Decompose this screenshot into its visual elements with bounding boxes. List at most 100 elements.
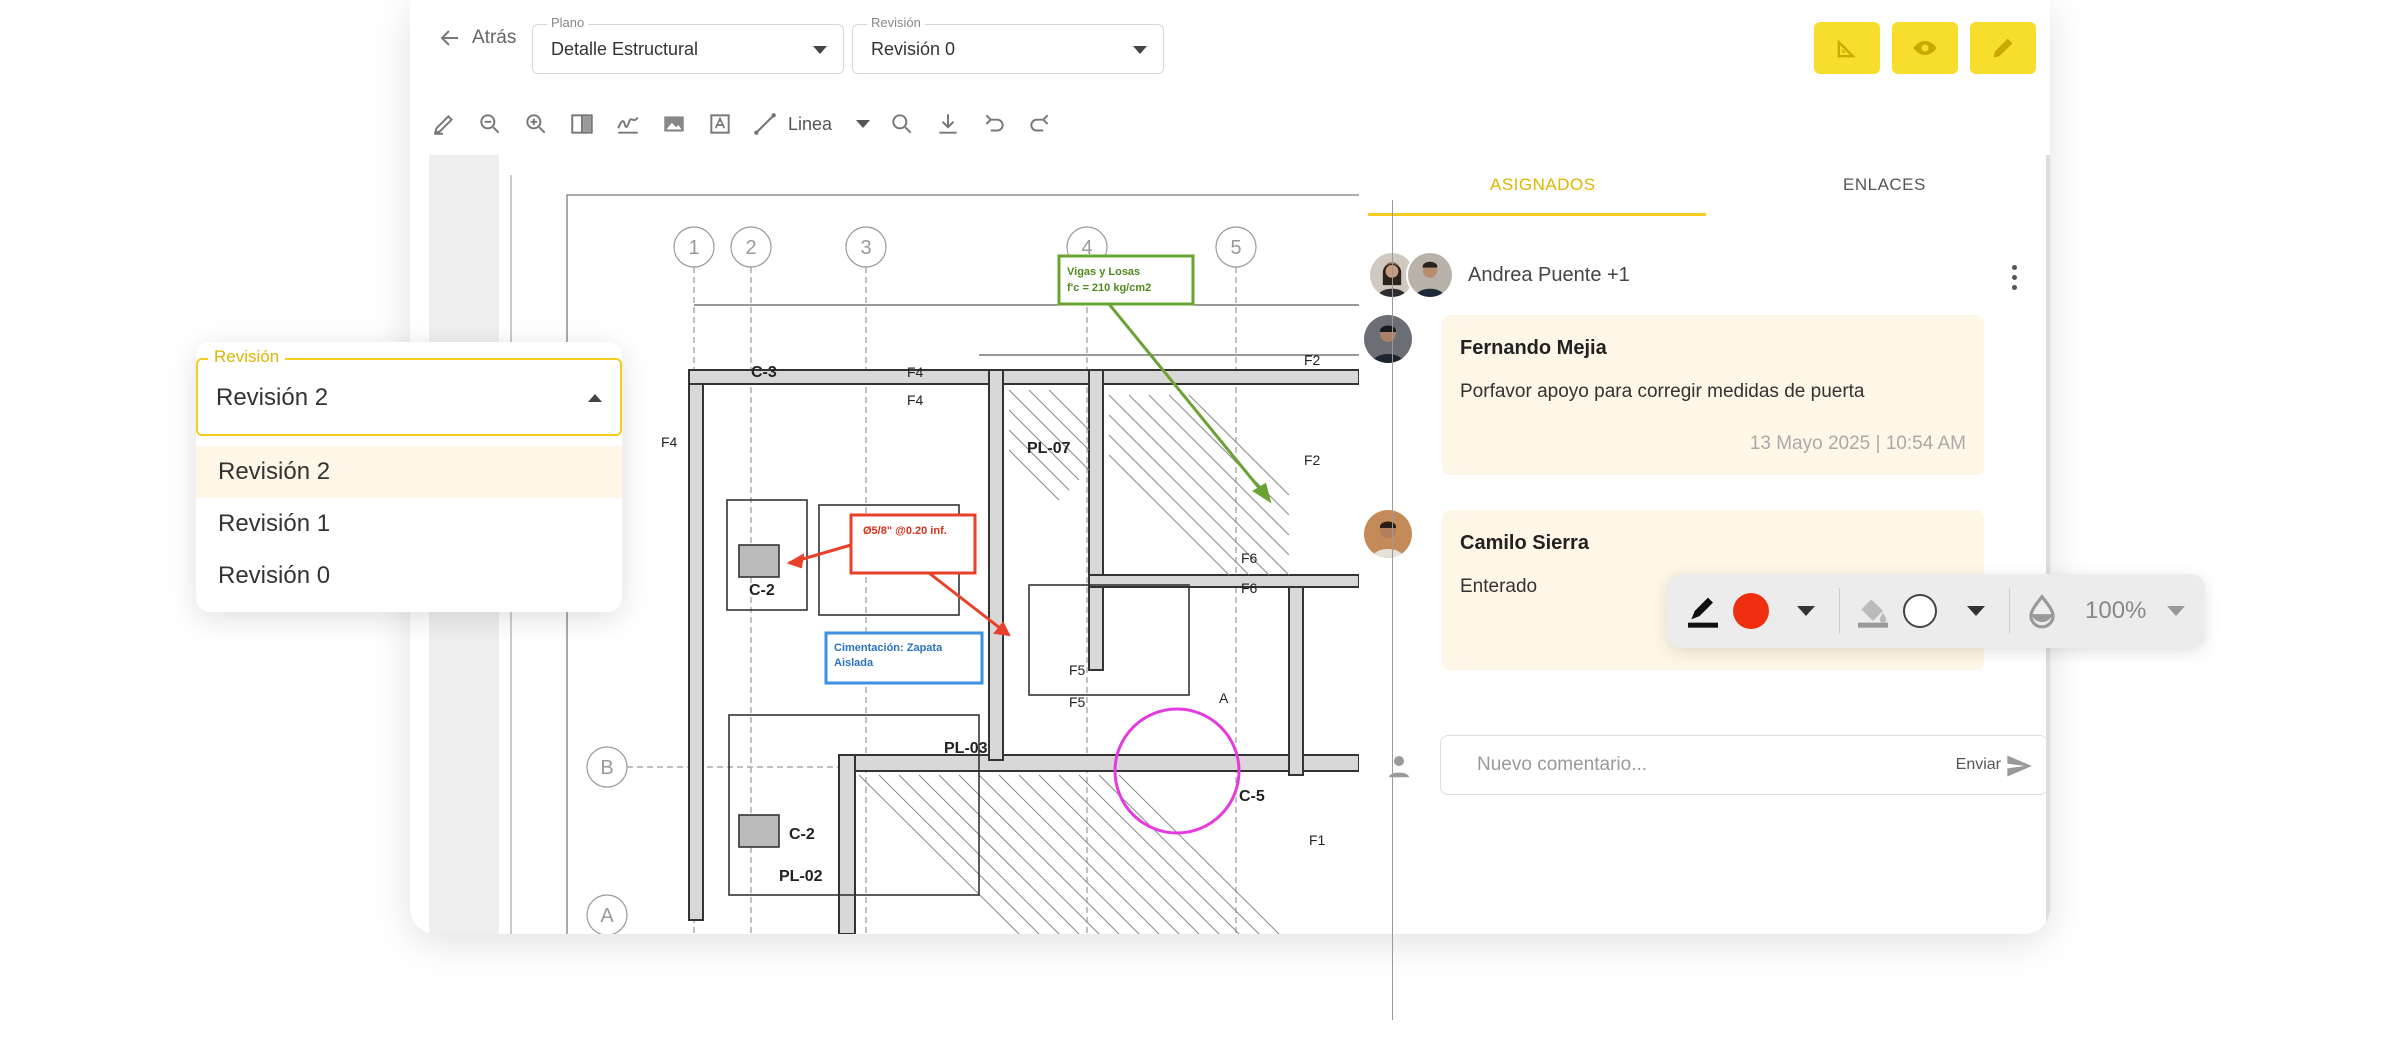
assignees-row[interactable]: Andrea Puente +1 bbox=[1368, 251, 1630, 299]
eye-icon bbox=[1913, 41, 1937, 55]
revision-dropdown: Revisión Revisión 2 Revisión 2 Revisión … bbox=[196, 342, 622, 612]
split-view-tool[interactable] bbox=[568, 110, 596, 138]
opacity-dropdown[interactable] bbox=[2167, 574, 2185, 648]
image-tool[interactable] bbox=[660, 110, 688, 138]
avatar bbox=[1364, 510, 1412, 558]
comment-input[interactable]: Nuevo comentario... bbox=[1477, 754, 1647, 776]
download-icon bbox=[939, 114, 957, 134]
axis-label-a: A bbox=[600, 905, 614, 927]
plan-label: A bbox=[1219, 690, 1229, 706]
top-bar: Atrás Plano Detalle Estructural Revisión… bbox=[410, 0, 2050, 100]
revision-dropdown-value: Revisión 2 bbox=[216, 384, 329, 411]
undo-tool[interactable] bbox=[980, 110, 1008, 138]
fill-tool[interactable] bbox=[1853, 574, 1893, 648]
revision-option[interactable]: Revisión 2 bbox=[196, 446, 622, 498]
stroke-tool[interactable] bbox=[1683, 574, 1723, 648]
zoom-out-icon bbox=[480, 114, 500, 134]
plan-label: PL-03 bbox=[944, 740, 988, 757]
revision-label: Revisión bbox=[867, 15, 925, 30]
plan-label: F4 bbox=[907, 392, 924, 408]
revision-option[interactable]: Revisión 0 bbox=[196, 550, 622, 602]
plan-viewer-window: Atrás Plano Detalle Estructural Revisión… bbox=[410, 0, 2050, 934]
revision-option[interactable]: Revisión 1 bbox=[196, 498, 622, 550]
tab-enlaces[interactable]: ENLACES bbox=[1843, 175, 1926, 195]
send-label[interactable]: Enviar bbox=[1956, 756, 2001, 774]
plan-label: F2 bbox=[1304, 352, 1321, 368]
chevron-down-icon bbox=[1967, 606, 1985, 616]
stroke-color-swatch[interactable] bbox=[1733, 574, 1769, 648]
zoom-in-tool[interactable] bbox=[522, 110, 550, 138]
pencil-tool[interactable] bbox=[430, 110, 458, 138]
green-note-line1: Vigas y Losas bbox=[1067, 266, 1140, 278]
avatar bbox=[1364, 315, 1412, 363]
marker-icon bbox=[1688, 597, 1718, 628]
zoom-out-tool[interactable] bbox=[476, 110, 504, 138]
blue-note-line1: Cimentación: Zapata bbox=[834, 642, 943, 654]
style-toolbar: 100% bbox=[1667, 574, 2205, 648]
pencil-icon bbox=[433, 115, 453, 135]
plan-label: F4 bbox=[907, 364, 924, 380]
plan-label: PL-02 bbox=[779, 868, 823, 885]
signature-tool[interactable] bbox=[614, 110, 642, 138]
screen: Atrás Plano Detalle Estructural Revisión… bbox=[0, 0, 2397, 1059]
axis-label-2: 2 bbox=[745, 237, 756, 259]
plano-select[interactable]: Plano Detalle Estructural bbox=[532, 15, 844, 74]
ruler-icon bbox=[1837, 39, 1856, 58]
chevron-down-icon bbox=[813, 46, 827, 54]
download-tool[interactable] bbox=[934, 110, 962, 138]
view-button[interactable] bbox=[1892, 22, 1958, 74]
revision-select[interactable]: Revisión Revisión 0 bbox=[852, 15, 1164, 74]
send-icon[interactable] bbox=[2003, 752, 2035, 780]
split-view-icon bbox=[571, 114, 593, 134]
undo-icon bbox=[985, 114, 1004, 132]
active-tab-indicator bbox=[1368, 213, 1706, 216]
back-button[interactable]: Atrás bbox=[438, 26, 516, 50]
edit-button[interactable] bbox=[1970, 22, 2036, 74]
plano-label: Plano bbox=[547, 15, 589, 30]
pencil-icon bbox=[1993, 38, 2013, 58]
fill-color-swatch[interactable] bbox=[1903, 574, 1937, 648]
more-options-icon[interactable] bbox=[2010, 265, 2018, 293]
revision-dropdown-label: Revisión bbox=[208, 347, 286, 367]
panel-scrollbar[interactable] bbox=[2046, 155, 2050, 925]
fill-color-dropdown[interactable] bbox=[1967, 574, 1985, 648]
blue-note-line2: Aislada bbox=[834, 657, 874, 669]
axis-label-1: 1 bbox=[688, 237, 699, 259]
stroke-color-circle bbox=[1733, 593, 1769, 629]
separator bbox=[1839, 588, 1840, 634]
separator bbox=[2009, 588, 2010, 634]
measure-button[interactable] bbox=[1814, 22, 1880, 74]
text-box-icon bbox=[710, 114, 730, 134]
comment-author: Fernando Mejia bbox=[1460, 337, 1607, 359]
arrow-left-icon bbox=[440, 30, 458, 46]
axis-label-5: 5 bbox=[1230, 237, 1241, 259]
comment-text: Porfavor apoyo para corregir medidas de … bbox=[1460, 381, 1865, 402]
fill-color-circle bbox=[1903, 594, 1937, 628]
plan-label: F6 bbox=[1241, 550, 1258, 566]
line-tool-select[interactable]: Linea bbox=[752, 111, 871, 137]
opacity-value: 100% bbox=[2085, 574, 2146, 648]
signature-icon bbox=[617, 116, 639, 134]
comment-composer[interactable]: Nuevo comentario... Enviar bbox=[1440, 735, 2048, 795]
opacity-tool[interactable] bbox=[2023, 574, 2061, 648]
plan-label: F5 bbox=[1069, 662, 1086, 678]
green-note-line2: f'c = 210 kg/cm2 bbox=[1067, 282, 1151, 294]
drawing-toolbar: Linea bbox=[430, 104, 1054, 144]
comments-panel: ASIGNADOS ENLACES Andrea Puente +1 Ferna… bbox=[1360, 155, 2050, 934]
plano-value: Detalle Estructural bbox=[551, 39, 699, 59]
text-box-tool[interactable] bbox=[706, 110, 734, 138]
redo-tool[interactable] bbox=[1026, 110, 1054, 138]
search-tool[interactable] bbox=[888, 110, 916, 138]
zoom-in-icon bbox=[526, 114, 546, 134]
tab-asignados[interactable]: ASIGNADOS bbox=[1490, 175, 1596, 195]
plan-label: F4 bbox=[661, 434, 678, 450]
stroke-color-dropdown[interactable] bbox=[1797, 574, 1815, 648]
chevron-down-icon bbox=[2167, 606, 2185, 616]
plan-label: F2 bbox=[1304, 452, 1321, 468]
divider-line bbox=[1392, 200, 1393, 1020]
comment-author: Camilo Sierra bbox=[1460, 532, 1589, 554]
axis-label-3: 3 bbox=[860, 237, 871, 259]
revision-select-open[interactable]: Revisión Revisión 2 bbox=[196, 347, 622, 436]
comment-text: Enterado bbox=[1460, 576, 1538, 597]
paint-bucket-icon bbox=[1858, 599, 1888, 628]
